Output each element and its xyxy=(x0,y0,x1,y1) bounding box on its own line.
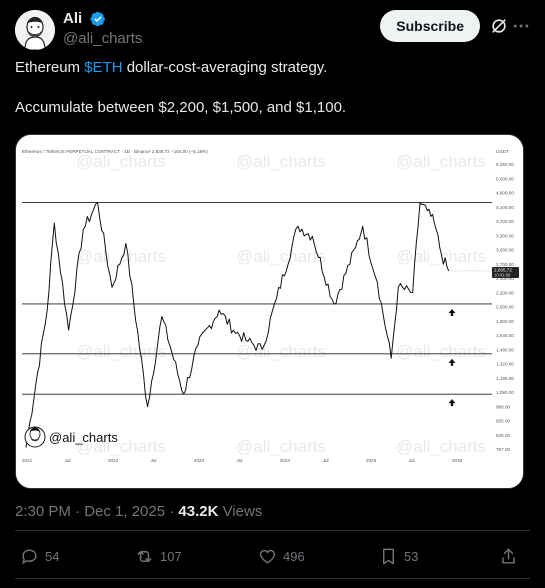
badge-text: @ali_charts xyxy=(49,430,118,445)
x-tick-label: 2023 xyxy=(194,458,205,463)
tweet-header: Ali @ali_charts Subscribe xyxy=(15,8,530,50)
share-button[interactable] xyxy=(499,541,524,571)
watermark-text: @ali_charts xyxy=(396,437,486,456)
verified-badge-icon xyxy=(90,11,105,27)
repost-button[interactable]: 107 xyxy=(135,541,182,571)
x-tick-label: Jul xyxy=(65,458,71,463)
watermark-text: @ali_charts xyxy=(236,247,326,266)
chart-header-text: Ethereum / TetherUS PERPETUAL CONTRACT ·… xyxy=(22,149,208,154)
grok-icon[interactable] xyxy=(490,17,508,35)
reply-icon xyxy=(21,548,37,564)
tweet-meta: 2:30 PM · Dec 1, 2025 · 43.2K Views xyxy=(15,503,262,520)
y-tick-label: 3,000.00 xyxy=(496,248,514,253)
subscribe-button[interactable]: Subscribe xyxy=(380,10,480,42)
bookmark-icon xyxy=(383,548,394,564)
y-tick-label: 3,700.00 xyxy=(496,219,514,224)
x-tick-label: 2021 xyxy=(22,458,33,463)
y-tick-label: 2,700.00 xyxy=(496,262,514,267)
like-count: 496 xyxy=(283,548,305,564)
like-button[interactable]: 496 xyxy=(258,541,305,571)
x-tick-label: 2022 xyxy=(108,458,119,463)
views-label: Views xyxy=(218,503,263,520)
x-tick-label: Jul xyxy=(323,458,329,463)
action-bar: 54 107 496 53 xyxy=(15,541,530,571)
tweet-timestamp[interactable]: 2:30 PM · Dec 1, 2025 · xyxy=(15,503,178,520)
x-tick-label: 2025 xyxy=(366,458,377,463)
x-tick-label: 2026 xyxy=(452,458,463,463)
views-count: 43.2K xyxy=(178,503,219,520)
chart-currency-label: USDT xyxy=(496,149,509,155)
author-handle[interactable]: @ali_charts xyxy=(63,30,142,47)
y-tick-label: 905.00 xyxy=(496,419,510,424)
y-tick-label: 1,800.00 xyxy=(496,319,514,324)
author-name[interactable]: Ali xyxy=(63,10,82,27)
y-tick-label: 1,320.00 xyxy=(496,362,514,367)
y-tick-label: 4,600.00 xyxy=(496,191,514,196)
tweet-line-2: Accumulate between $2,200, $1,500, and $… xyxy=(15,99,347,116)
tweet-text-prefix: Ethereum xyxy=(15,59,85,76)
watermark-text: @ali_charts xyxy=(76,342,166,361)
watermark-text: @ali_charts xyxy=(76,152,166,171)
watermark-text: @ali_charts xyxy=(396,342,486,361)
bookmark-count: 53 xyxy=(404,548,419,564)
watermark-text: @ali_charts xyxy=(236,152,326,171)
x-tick-label: Jul xyxy=(151,458,157,463)
watermark-text: @ali_charts xyxy=(236,437,326,456)
x-tick-label: 2024 xyxy=(280,458,291,463)
repost-icon xyxy=(137,550,152,562)
avatar[interactable] xyxy=(15,10,55,50)
y-tick-label: 1,195.00 xyxy=(496,376,514,381)
watermark-text: @ali_charts xyxy=(236,342,326,361)
watermark-text: @ali_charts xyxy=(396,152,486,171)
y-tick-label: 4,100.00 xyxy=(496,205,514,210)
reply-count: 54 xyxy=(45,548,60,564)
heart-icon xyxy=(259,549,276,564)
author-block: Ali @ali_charts xyxy=(63,10,142,47)
tweet-text: Ethereum $ETH dollar-cost-averaging stra… xyxy=(15,58,530,118)
y-tick-label: 2,000.00 xyxy=(496,305,514,310)
y-tick-label: 825.00 xyxy=(496,433,510,438)
chart-image[interactable]: @ali_charts @ali_charts @ali_charts @ali_ch… xyxy=(15,134,524,489)
current-time-text: 10:41:58 xyxy=(494,272,511,277)
watermark-text: @ali_charts xyxy=(76,247,166,266)
bookmark-button[interactable]: 53 xyxy=(379,541,418,571)
share-icon xyxy=(502,548,515,564)
cashtag-link[interactable]: $ETH xyxy=(84,59,122,76)
y-tick-label: 1,480.00 xyxy=(496,347,514,352)
y-tick-label: 1,640.00 xyxy=(496,333,514,338)
y-tick-label: 2,200.00 xyxy=(496,290,514,295)
repost-count: 107 xyxy=(160,548,182,564)
reply-button[interactable]: 54 xyxy=(20,541,59,571)
y-tick-label: 986.00 xyxy=(496,404,510,409)
x-tick-label: Jul xyxy=(237,458,243,463)
divider-top xyxy=(15,530,530,531)
divider-bottom xyxy=(15,578,530,579)
x-tick-label: Jul xyxy=(409,458,415,463)
watermark-text: @ali_charts xyxy=(396,247,486,266)
more-options-icon[interactable] xyxy=(512,17,530,35)
tweet-text-suffix: dollar-cost-averaging strategy. xyxy=(122,59,328,76)
y-tick-label: 3,300.00 xyxy=(496,233,514,238)
y-tick-label: 5,000.00 xyxy=(496,176,514,181)
ali-charts-badge: @ali_charts xyxy=(24,426,118,448)
y-tick-label: 6,250.00 xyxy=(496,162,514,167)
tweet-line-1: Ethereum $ETH dollar-cost-averaging stra… xyxy=(15,58,530,78)
y-tick-label: 757.00 xyxy=(496,447,510,452)
y-tick-label: 1,080.00 xyxy=(496,390,514,395)
